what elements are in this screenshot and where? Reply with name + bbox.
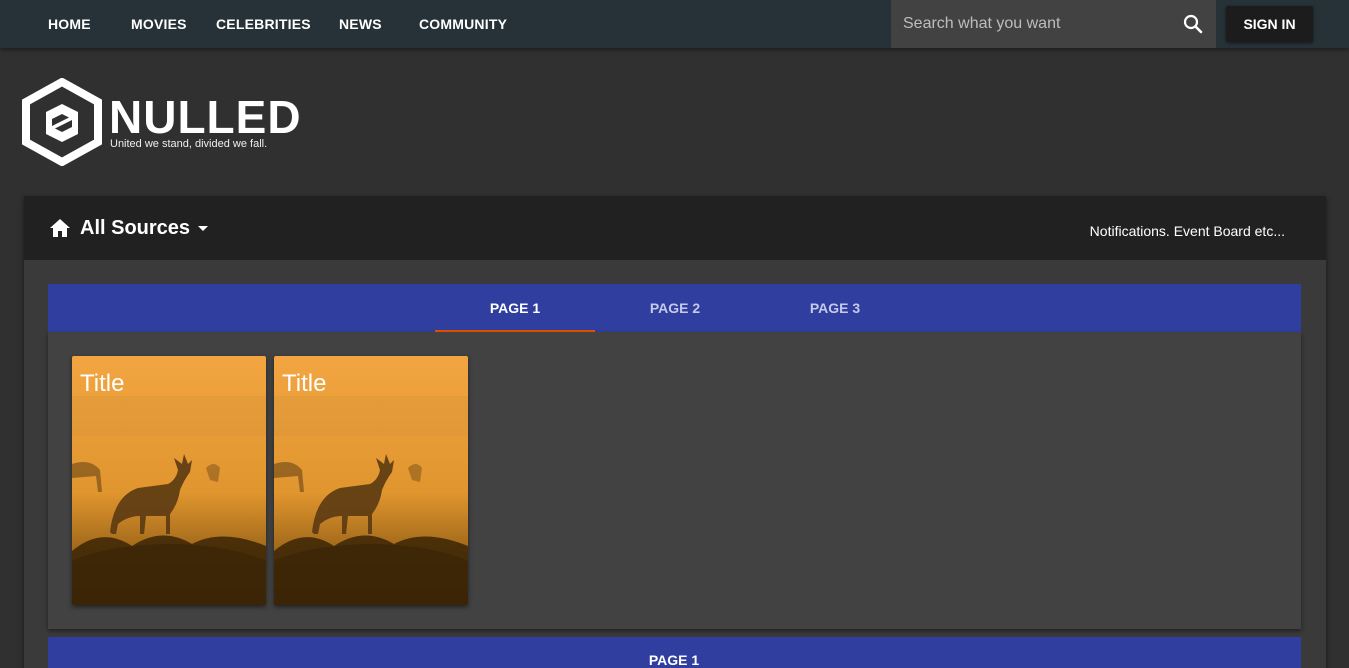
media-card[interactable]: Title <box>72 356 266 605</box>
panel-header: All Sources Notifications. Event Board e… <box>24 196 1326 260</box>
card-title: Title <box>282 370 327 397</box>
content-panel: All Sources Notifications. Event Board e… <box>24 196 1326 668</box>
nav-celebrities-link[interactable]: CELEBRITIES <box>216 0 311 48</box>
nav-home-link[interactable]: HOME <box>48 0 91 48</box>
bottom-tab-page-1[interactable]: PAGE 1 <box>594 637 754 668</box>
nav-news-link[interactable]: NEWS <box>339 0 382 48</box>
logo-hexagon-icon[interactable] <box>22 77 102 167</box>
tab-page-1[interactable]: PAGE 1 <box>435 284 595 332</box>
tab-page-2[interactable]: PAGE 2 <box>595 284 755 332</box>
logo-name: NULLED <box>109 91 302 143</box>
sign-in-button[interactable]: SIGN IN <box>1226 6 1313 42</box>
search-icon[interactable] <box>1181 12 1205 36</box>
nav-community-link[interactable]: COMMUNITY <box>419 0 507 48</box>
nav-movies-link[interactable]: MOVIES <box>131 0 187 48</box>
tab-page-3[interactable]: PAGE 3 <box>755 284 915 332</box>
tab-content: Title Title <box>48 332 1301 629</box>
top-navbar: HOME MOVIES CELEBRITIES NEWS COMMUNITY S… <box>0 0 1349 48</box>
notifications-text: Notifications. Event Board etc... <box>1089 223 1285 239</box>
search-box <box>891 0 1216 48</box>
source-dropdown-label[interactable]: All Sources <box>80 216 190 240</box>
caret-down-icon[interactable] <box>198 226 208 231</box>
home-icon <box>49 218 71 238</box>
search-input[interactable] <box>903 12 1173 36</box>
card-title: Title <box>80 370 125 397</box>
bottom-page-tabs: PAGE 1 <box>48 637 1301 668</box>
media-card[interactable]: Title <box>274 356 468 605</box>
page-tabs: PAGE 1 PAGE 2 PAGE 3 <box>48 284 1301 332</box>
logo-tagline: United we stand, divided we fall. <box>110 138 268 150</box>
